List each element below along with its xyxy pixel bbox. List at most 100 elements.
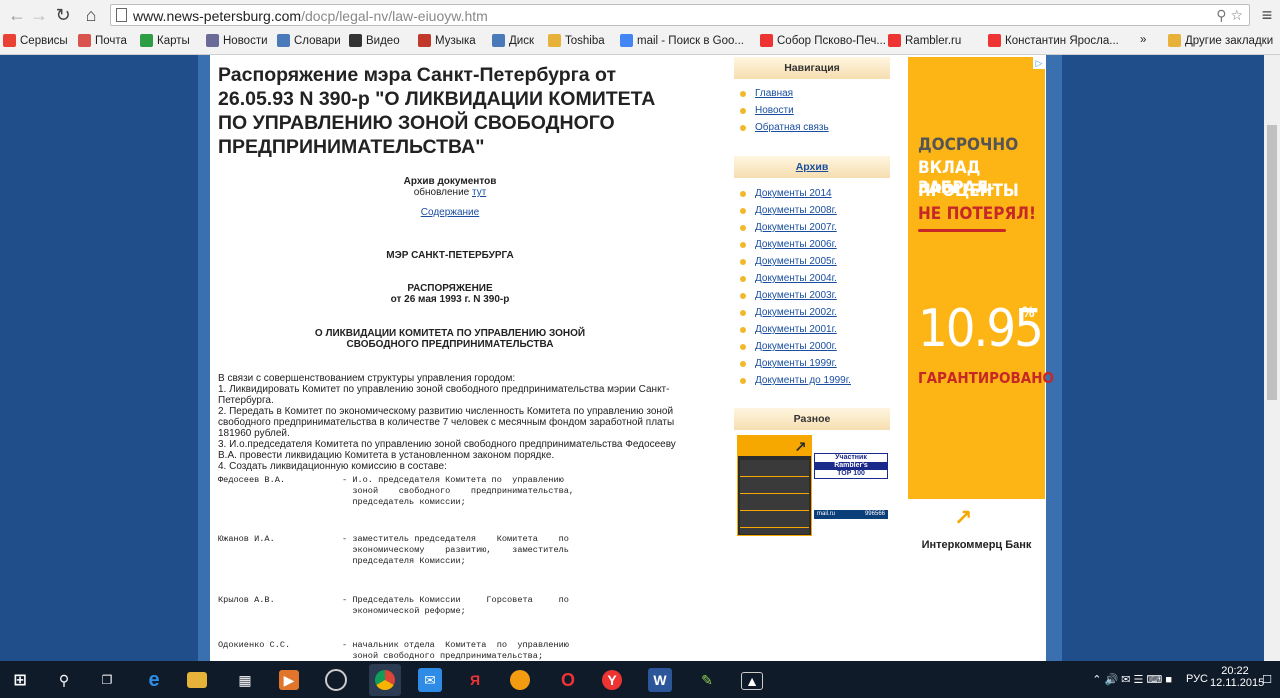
paint-icon[interactable]: ✎ <box>695 668 719 692</box>
clock[interactable]: 20:22 12.11.2015 <box>1210 665 1264 689</box>
contents-link[interactable]: Содержание <box>421 207 479 218</box>
bullet-icon <box>740 292 746 299</box>
sidebar-link[interactable]: Документы 2001г. <box>755 324 837 335</box>
home-icon[interactable]: ⌂ <box>80 4 102 26</box>
bank-advert[interactable]: ▷ ДОСРОЧНО ВКЛАД ЗАБРАЛ- ПРОЦЕНТЫ НЕ ПОТ… <box>908 57 1054 565</box>
sidebar-item[interactable]: Документы 2008г. <box>740 202 851 219</box>
bookmark-item[interactable]: Словари <box>277 34 341 47</box>
sidebar-link[interactable]: Документы 2007г. <box>755 222 837 233</box>
bookmark-label: Диск <box>509 34 534 47</box>
content-area: Распоряжение мэра Санкт-Петербурга от 26… <box>210 55 1054 661</box>
tray-icons[interactable]: ⌃ 🔊 ✉ ☰ ⌨ ■ <box>1092 673 1172 686</box>
sidebar-item[interactable]: Документы 2001г. <box>740 321 851 338</box>
member-name: Федосеев В.А. <box>218 475 286 485</box>
sidebar-item[interactable]: Документы 2000г. <box>740 338 851 355</box>
document-paragraph: 4. Создать ликвидационную комиссию в сос… <box>218 461 447 472</box>
sidebar-link[interactable]: Документы 2003г. <box>755 290 837 301</box>
bookmark-item[interactable]: Музыка <box>418 34 476 47</box>
video-icon <box>349 34 362 47</box>
document-paragraph: 2. Передать в Комитет по экономическому … <box>218 406 675 439</box>
app2-icon[interactable] <box>510 670 530 690</box>
bookmark-item[interactable]: Новости <box>206 34 268 47</box>
task-view-icon[interactable]: ❐ <box>95 668 119 692</box>
yandex-browser-icon[interactable]: Y <box>602 670 622 690</box>
mailru-counter[interactable]: mail.ru 996566 <box>814 510 888 519</box>
archive-heading-link[interactable]: Архив <box>796 161 829 173</box>
sidebar-item[interactable]: Документы 2004г. <box>740 270 851 287</box>
media-icon[interactable]: ▶ <box>279 670 299 690</box>
member-role: - начальник отдела Комитета по управлени… <box>342 640 569 661</box>
member-name: Одокиенко С.С. <box>218 640 291 650</box>
sidebar-link[interactable]: Документы 2006г. <box>755 239 837 250</box>
search-icon[interactable]: ⚲ <box>52 668 76 692</box>
rambler-top100-badge[interactable]: Участник Rambler's TOP 100 <box>814 453 888 479</box>
notifications-icon[interactable]: ☐ <box>1262 673 1272 686</box>
sidebar-item[interactable]: Документы 2002г. <box>740 304 851 321</box>
bookmark-item[interactable]: Почта <box>78 34 127 47</box>
bookmark-item[interactable]: Диск <box>492 34 534 47</box>
start-icon[interactable]: ⊞ <box>8 668 32 692</box>
forward-icon[interactable]: → <box>28 4 50 26</box>
bookmark-item[interactable]: Toshiba <box>548 34 605 47</box>
sidebar-item[interactable]: Документы 2006г. <box>740 236 851 253</box>
update-text: обновление <box>413 187 470 198</box>
liveinternet-counter[interactable]: ↗ <box>737 435 812 536</box>
bookmark-item[interactable]: Карты <box>140 34 190 47</box>
mail-app-icon[interactable]: ✉ <box>418 668 442 692</box>
page-scrollbar[interactable] <box>1264 55 1280 661</box>
sidebar-item[interactable]: Документы 2014 <box>740 185 851 202</box>
sidebar-item[interactable]: Документы 2003г. <box>740 287 851 304</box>
reload-icon[interactable]: ↻ <box>52 4 74 26</box>
bookmark-item[interactable]: Rambler.ru <box>888 34 961 47</box>
explorer-icon[interactable] <box>187 672 207 688</box>
adchoices-icon[interactable]: ▷ <box>1033 57 1045 69</box>
chrome-taskbar-button[interactable] <box>369 664 401 696</box>
yandex-icon[interactable]: Я <box>463 668 487 692</box>
sidebar-item[interactable]: Документы до 1999г. <box>740 372 851 389</box>
sidebar-item[interactable]: Документы 2007г. <box>740 219 851 236</box>
opera-icon[interactable]: O <box>556 668 580 692</box>
bookmark-item[interactable]: Видео <box>349 34 400 47</box>
store-icon[interactable]: ▦ <box>233 668 257 692</box>
bullet-icon <box>740 258 746 265</box>
sidebar-link[interactable]: Документы 1999г. <box>755 358 837 369</box>
url-text[interactable]: www.news-petersburg.com/docp/legal-nv/la… <box>133 8 488 24</box>
sidebar-link[interactable]: Документы 2014 <box>755 188 832 199</box>
back-icon[interactable]: ← <box>6 4 28 26</box>
sidebar-link[interactable]: Документы 2008г. <box>755 205 837 216</box>
sidebar-link[interactable]: Документы 2005г. <box>755 256 837 267</box>
sidebar-item[interactable]: Новости <box>740 102 829 119</box>
menu-icon[interactable]: ≡ <box>1256 4 1278 26</box>
more-bookmarks-button[interactable]: » <box>1140 34 1146 46</box>
sidebar-link[interactable]: Главная <box>755 88 793 99</box>
bookmark-item[interactable]: mail - Поиск в Goo... <box>620 34 744 47</box>
sidebar-item[interactable]: Документы 1999г. <box>740 355 851 372</box>
web-page: Распоряжение мэра Санкт-Петербурга от 26… <box>0 55 1264 661</box>
sidebar-item[interactable]: Документы 2005г. <box>740 253 851 270</box>
document-paragraph: В связи с совершенствованием структуры у… <box>218 373 516 384</box>
photos-icon[interactable]: ▲ <box>741 672 763 690</box>
sidebar-link[interactable]: Документы до 1999г. <box>755 375 851 386</box>
word-icon[interactable]: W <box>648 668 672 692</box>
update-link[interactable]: тут <box>472 187 486 198</box>
address-bar[interactable]: www.news-petersburg.com/docp/legal-nv/la… <box>110 4 1250 26</box>
sidebar-link[interactable]: Новости <box>755 105 794 116</box>
bookmark-item[interactable]: Собор Псково-Печ... <box>760 34 886 47</box>
sidebar-link[interactable]: Документы 2004г. <box>755 273 837 284</box>
sidebar-link[interactable]: Документы 2000г. <box>755 341 837 352</box>
clock-time: 20:22 <box>1221 665 1249 677</box>
member-name: Крылов А.В. <box>218 595 275 605</box>
app-icon[interactable] <box>325 669 347 691</box>
bookmark-item[interactable]: Константин Яросла... <box>988 34 1119 47</box>
edge-icon[interactable]: e <box>142 668 166 692</box>
language-indicator[interactable]: РУС <box>1186 673 1208 685</box>
sidebar-link[interactable]: Обратная связь <box>755 122 829 133</box>
sidebar-item[interactable]: Главная <box>740 85 829 102</box>
scrollbar-thumb[interactable] <box>1267 125 1277 400</box>
bookmark-item[interactable]: Сервисы <box>3 34 68 47</box>
star-icon[interactable]: ☆ <box>1230 7 1243 23</box>
sidebar-item[interactable]: Обратная связь <box>740 119 829 136</box>
zoom-icon[interactable]: ⚲ <box>1216 7 1226 23</box>
sidebar-link[interactable]: Документы 2002г. <box>755 307 837 318</box>
other-bookmarks-button[interactable]: Другие закладки <box>1168 34 1273 47</box>
